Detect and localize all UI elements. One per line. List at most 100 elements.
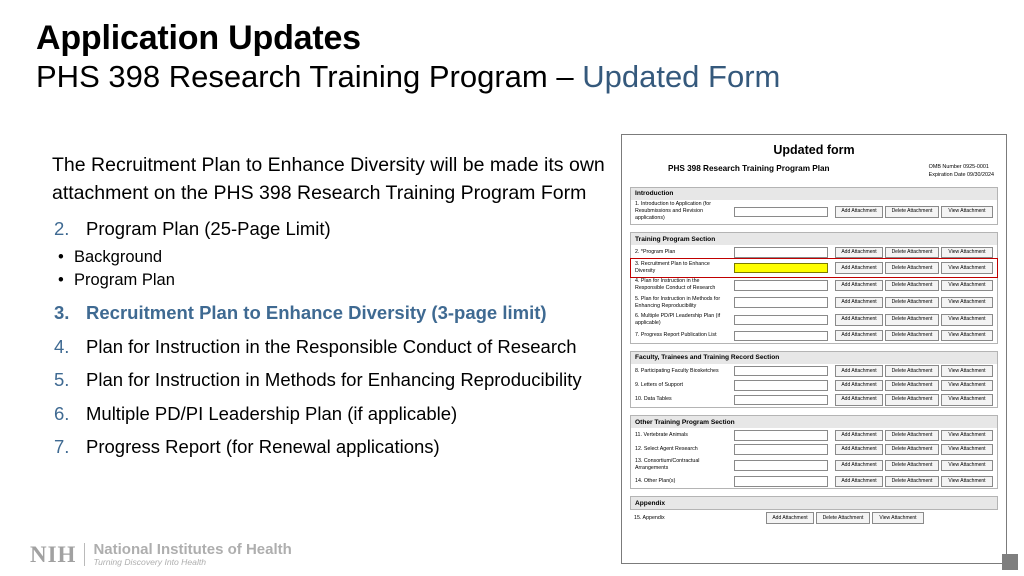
form-row: 7. Progress Report Publication List Add … (631, 329, 997, 343)
content-column: The Recruitment Plan to Enhance Diversit… (52, 152, 612, 468)
add-attachment-button[interactable]: Add Attachment (835, 246, 883, 258)
attachment-field[interactable] (734, 444, 828, 455)
attachment-field[interactable] (734, 297, 828, 308)
list-item: 4. Plan for Instruction in the Responsib… (52, 335, 612, 359)
form-row-label: 2. *Program Plan (635, 248, 676, 255)
delete-attachment-button[interactable]: Delete Attachment (885, 314, 939, 326)
view-attachment-button[interactable]: View Attachment (941, 379, 993, 392)
attachment-field[interactable] (734, 476, 828, 487)
attachment-field[interactable] (734, 380, 828, 391)
bullet-icon: • (58, 271, 64, 290)
form-row-label: 13. Consortium/Contractual Arrangements (635, 458, 700, 472)
form-section-rows: 8. Participating Faculty Biosketches Add… (630, 363, 998, 409)
attachment-field[interactable] (734, 247, 828, 258)
view-attachment-button[interactable]: View Attachment (941, 459, 993, 472)
view-attachment-button[interactable]: View Attachment (941, 206, 993, 218)
delete-attachment-button[interactable]: Delete Attachment (885, 262, 939, 274)
delete-attachment-button[interactable]: Delete Attachment (816, 512, 870, 524)
view-attachment-button[interactable]: View Attachment (941, 262, 993, 274)
view-attachment-button[interactable]: View Attachment (941, 475, 993, 487)
add-attachment-button[interactable]: Add Attachment (835, 459, 883, 472)
form-row: 13. Consortium/Contractual Arrangements … (631, 457, 997, 474)
bullet-icon: • (58, 247, 64, 266)
add-attachment-button[interactable]: Add Attachment (835, 365, 883, 377)
updated-form-screenshot: Updated form PHS 398 Research Training P… (621, 134, 1007, 564)
form-row: 1. Introduction to Application (for Resu… (631, 200, 997, 224)
delete-attachment-button[interactable]: Delete Attachment (885, 459, 939, 472)
form-name: PHS 398 Research Training Program Plan (668, 164, 830, 173)
form-row-label: 10. Data Tables (635, 396, 672, 403)
view-attachment-button[interactable]: View Attachment (941, 443, 993, 456)
attachment-field[interactable] (734, 206, 828, 218)
attachment-field[interactable] (734, 460, 828, 471)
delete-attachment-button[interactable]: Delete Attachment (885, 246, 939, 258)
sub-list: • Background • Program Plan (52, 246, 612, 292)
list-item-label: Plan for Instruction in Methods for Enha… (86, 369, 582, 391)
form-row: 14. Other Plan(s) Add Attachment Delete … (631, 474, 997, 488)
view-attachment-button[interactable]: View Attachment (941, 330, 993, 342)
list-item-number: 2. (54, 218, 70, 240)
add-attachment-button[interactable]: Add Attachment (835, 279, 883, 292)
form-row-label: 15. Appendix (634, 515, 665, 522)
list-item-number: 6. (54, 402, 70, 424)
form-title: Updated form (773, 143, 855, 157)
form-omb-info: OMB Number 0925-0001 Expiration Date 09/… (929, 164, 998, 180)
delete-attachment-button[interactable]: Delete Attachment (885, 379, 939, 392)
add-attachment-button[interactable]: Add Attachment (835, 394, 883, 406)
add-attachment-button[interactable]: Add Attachment (835, 296, 883, 309)
add-attachment-button[interactable]: Add Attachment (766, 512, 814, 524)
list-item-label: Progress Report (for Renewal application… (86, 435, 440, 457)
attachment-field-highlighted[interactable] (734, 262, 828, 274)
attachment-field[interactable] (734, 430, 828, 441)
list-item-label: Plan for Instruction in the Responsible … (86, 335, 577, 357)
delete-attachment-button[interactable]: Delete Attachment (885, 394, 939, 406)
delete-attachment-button[interactable]: Delete Attachment (885, 429, 939, 441)
form-row-label: 5. Plan for Instruction in Methods for E… (635, 295, 721, 309)
add-attachment-button[interactable]: Add Attachment (835, 443, 883, 456)
omb-number: OMB Number 0925-0001 (928, 164, 989, 170)
view-attachment-button[interactable]: View Attachment (941, 279, 993, 292)
delete-attachment-button[interactable]: Delete Attachment (885, 296, 939, 309)
view-attachment-button[interactable]: View Attachment (941, 429, 993, 441)
view-attachment-button[interactable]: View Attachment (941, 246, 993, 258)
form-row: 2. *Program Plan Add Attachment Delete A… (631, 245, 997, 259)
delete-attachment-button[interactable]: Delete Attachment (885, 279, 939, 292)
form-row-label: 3. Recruitment Plan to Enhance Diversity (635, 260, 710, 275)
attachment-field[interactable] (734, 394, 828, 406)
add-attachment-button[interactable]: Add Attachment (835, 475, 883, 487)
list-item-highlighted: 3. Recruitment Plan to Enhance Diversity… (52, 301, 612, 325)
numbered-list: 2. Program Plan (25-Page Limit) • Backgr… (52, 217, 612, 459)
page-subtitle-main: PHS 398 Research Training Program – (36, 58, 583, 94)
view-attachment-button[interactable]: View Attachment (872, 512, 924, 524)
nih-tagline: Turning Discovery Into Health (93, 557, 207, 568)
attachment-field[interactable] (734, 330, 828, 342)
nih-logo-mark: NIH (30, 543, 86, 567)
form-section-heading: Other Training Program Section (630, 415, 998, 429)
form-row: 11. Vertebrate Animals Add Attachment De… (631, 428, 997, 442)
form-row: 10. Data Tables Add Attachment Delete At… (631, 393, 997, 407)
add-attachment-button[interactable]: Add Attachment (835, 262, 883, 274)
view-attachment-button[interactable]: View Attachment (941, 314, 993, 326)
page-subtitle-accent: Updated Form (582, 58, 781, 94)
delete-attachment-button[interactable]: Delete Attachment (885, 365, 939, 377)
attachment-field[interactable] (734, 365, 828, 377)
view-attachment-button[interactable]: View Attachment (941, 394, 993, 406)
attachment-field[interactable] (734, 314, 828, 326)
delete-attachment-button[interactable]: Delete Attachment (885, 443, 939, 456)
add-attachment-button[interactable]: Add Attachment (835, 379, 883, 392)
add-attachment-button[interactable]: Add Attachment (835, 429, 883, 441)
delete-attachment-button[interactable]: Delete Attachment (885, 206, 939, 218)
view-attachment-button[interactable]: View Attachment (941, 365, 993, 377)
form-section-rows: 1. Introduction to Application (for Resu… (630, 199, 998, 226)
omb-expiration: Expiration Date 09/30/2024 (928, 171, 994, 178)
attachment-field[interactable] (734, 280, 828, 291)
add-attachment-button[interactable]: Add Attachment (835, 314, 883, 326)
form-row: 15. Appendix Add Attachment Delete Attac… (630, 510, 998, 524)
add-attachment-button[interactable]: Add Attachment (835, 206, 883, 218)
delete-attachment-button[interactable]: Delete Attachment (885, 475, 939, 487)
view-attachment-button[interactable]: View Attachment (941, 296, 993, 309)
delete-attachment-button[interactable]: Delete Attachment (885, 330, 939, 342)
add-attachment-button[interactable]: Add Attachment (835, 330, 883, 342)
form-row-label: 14. Other Plan(s) (635, 477, 676, 484)
form-row: 12. Select Agent Research Add Attachment… (631, 442, 997, 456)
